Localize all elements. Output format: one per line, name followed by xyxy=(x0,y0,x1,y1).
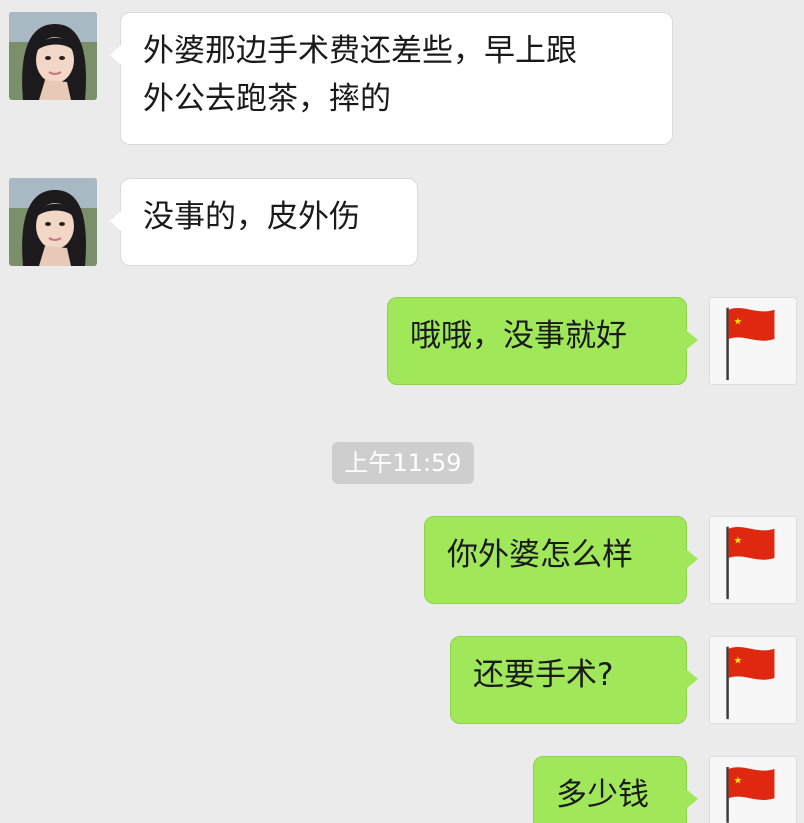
user-avatar[interactable]: ★ xyxy=(709,516,797,604)
message-text: 外婆那边手术费还差些，早上跟 外公去跑茶，摔的 xyxy=(143,33,577,117)
message-text: 还要手术? xyxy=(473,657,614,693)
sent-message-bubble[interactable]: 还要手术? xyxy=(450,636,698,724)
red-flag-icon: ★ xyxy=(726,526,775,600)
received-message-bubble[interactable]: 没事的，皮外伤 xyxy=(110,178,418,266)
girl-avatar-icon xyxy=(9,12,97,100)
red-flag-icon: ★ xyxy=(726,767,775,823)
user-avatar[interactable]: ★ xyxy=(709,636,797,724)
message-text: 没事的，皮外伤 xyxy=(143,199,360,235)
message-text: 多少钱 xyxy=(556,777,649,813)
contact-avatar[interactable] xyxy=(9,12,97,100)
red-flag-icon: ★ xyxy=(726,307,775,381)
girl-avatar-icon xyxy=(9,178,97,266)
red-flag-icon: ★ xyxy=(726,646,775,720)
received-message-bubble[interactable]: 外婆那边手术费还差些，早上跟 外公去跑茶，摔的 xyxy=(110,12,673,145)
sent-message-bubble[interactable]: 哦哦，没事就好 xyxy=(387,297,698,385)
svg-text:★: ★ xyxy=(733,535,742,546)
svg-text:★: ★ xyxy=(733,776,742,787)
message-text: 哦哦，没事就好 xyxy=(410,318,627,354)
contact-avatar[interactable] xyxy=(9,178,97,266)
sent-message-bubble[interactable]: 你外婆怎么样 xyxy=(424,516,698,604)
message-text: 你外婆怎么样 xyxy=(447,537,633,573)
svg-text:★: ★ xyxy=(733,655,742,666)
timestamp-label: 上午11:59 xyxy=(332,442,474,484)
sent-message-bubble[interactable]: 多少钱 xyxy=(533,756,698,823)
user-avatar[interactable]: ★ xyxy=(709,756,797,823)
svg-text:★: ★ xyxy=(733,316,742,327)
user-avatar[interactable]: ★ xyxy=(709,297,797,385)
